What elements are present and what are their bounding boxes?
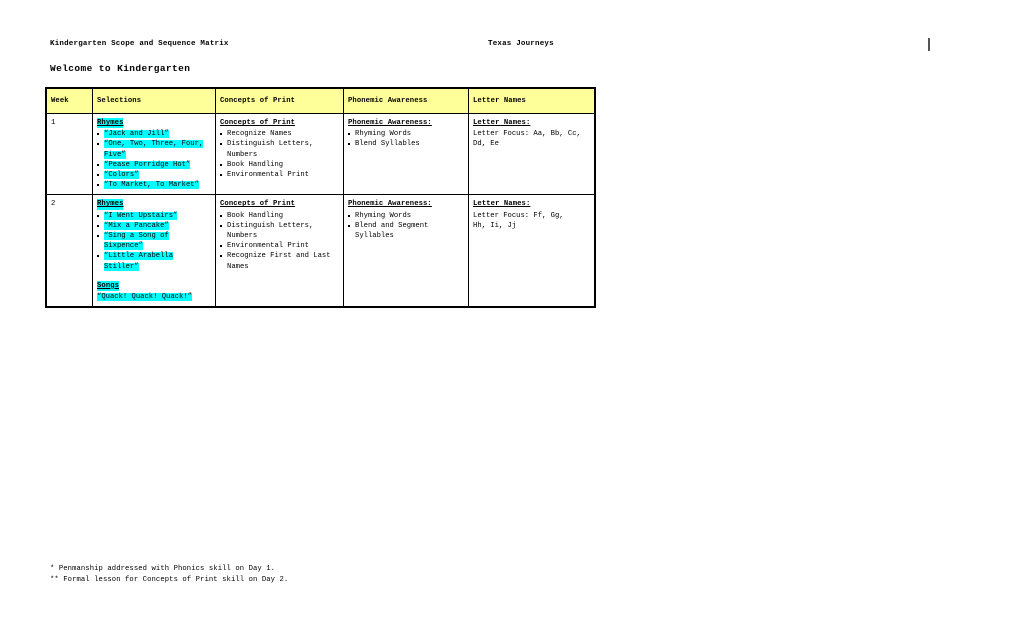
selections-heading: Rhymes (97, 199, 124, 210)
list-item: “Jack and Jill” (97, 129, 211, 139)
list-item: “Pease Porridge Hot” (97, 160, 211, 170)
list-item: Recognize Names (220, 129, 339, 139)
column-header-phonemic-awareness: Phonemic Awareness (343, 88, 469, 114)
text-cursor-mark (928, 38, 930, 51)
list-item: Rhyming Words (348, 129, 464, 139)
selection-title: “I Went Upstairs” (104, 211, 178, 220)
list-item: Distinguish Letters, Numbers (220, 139, 339, 159)
selection-title: “One, Two, Three, Four, Five” (104, 140, 204, 159)
table-header-row: Week Selections Concepts of Print Phonem… (46, 88, 595, 114)
footnotes: * Penmanship addressed with Phonics skil… (50, 564, 288, 585)
letter-focus-line: Dd, Ee (473, 140, 499, 149)
phonemic-awareness-heading: Phonemic Awareness: (348, 200, 432, 209)
list-item: Environmental Print (220, 170, 339, 180)
selection-title: “Mix a Pancake” (104, 221, 169, 230)
selection-title: “Sing a Song of Sixpence” (104, 232, 169, 251)
cell-selections: Rhymes “I Went Upstairs” “Mix a Pancake”… (92, 194, 216, 308)
list-item: Recognize First and Last Names (220, 251, 339, 271)
document-page: Kindergarten Scope and Sequence Matrix T… (0, 0, 1020, 619)
songs-heading: Songs (97, 280, 120, 292)
matrix-table: Week Selections Concepts of Print Phonem… (45, 86, 596, 309)
list-item: Blend Syllables (348, 139, 464, 149)
column-header-selections: Selections (92, 88, 216, 114)
concepts-of-print-list: Recognize Names Distinguish Letters, Num… (220, 129, 339, 180)
footnote-1: * Penmanship addressed with Phonics skil… (50, 565, 276, 573)
list-item: Environmental Print (220, 241, 339, 251)
cell-phonemic-awareness: Phonemic Awareness: Rhyming Words Blend … (343, 112, 469, 196)
song-title: “Quack! Quack! Quack!” (97, 293, 192, 302)
footnote-2: ** Formal lesson for Concepts of Print s… (50, 575, 289, 584)
phonemic-awareness-list: Rhyming Words Blend and Segment Syllable… (348, 211, 464, 242)
list-item: “Mix a Pancake” (97, 221, 211, 231)
selection-title: “Little Arabella Stiller” (104, 252, 174, 271)
cell-selections: Rhymes “Jack and Jill” “One, Two, Three,… (92, 112, 216, 196)
selections-list: “I Went Upstairs” “Mix a Pancake” “Sing … (97, 211, 211, 272)
cell-week: 2 (46, 194, 93, 308)
table-row: 1 Rhymes “Jack and Jill” “One, Two, Thre… (46, 112, 595, 196)
list-item: “Little Arabella Stiller” (97, 251, 211, 271)
week-number: 1 (51, 119, 56, 127)
column-header-letter-names: Letter Names (468, 88, 595, 114)
cell-letter-names: Letter Names: Letter Focus: Ff, Gg, Hh, … (468, 194, 595, 308)
list-item: “Sing a Song of Sixpence” (97, 231, 211, 251)
concepts-of-print-heading: Concepts of Print (220, 200, 296, 209)
column-header-concepts-of-print: Concepts of Print (215, 88, 344, 114)
page-title: Welcome to Kindergarten (50, 63, 191, 74)
list-item: Book Handling (220, 211, 339, 221)
cell-concepts-of-print: Concepts of Print Book Handling Distingu… (215, 194, 344, 308)
phonemic-awareness-list: Rhyming Words Blend Syllables (348, 129, 464, 149)
list-item: “One, Two, Three, Four, Five” (97, 139, 211, 159)
list-item: Blend and Segment Syllables (348, 221, 464, 241)
letter-focus-line: Letter Focus: Ff, Gg, (473, 211, 564, 220)
list-item: “I Went Upstairs” (97, 211, 211, 221)
concepts-of-print-heading: Concepts of Print (220, 119, 296, 127)
phonemic-awareness-heading: Phonemic Awareness: (348, 119, 432, 127)
letter-names-heading: Letter Names: (473, 200, 531, 209)
running-head-right: Texas Journeys (488, 40, 554, 48)
selections-heading: Rhymes (97, 118, 124, 129)
cell-phonemic-awareness: Phonemic Awareness: Rhyming Words Blend … (343, 194, 469, 308)
table-row: 2 Rhymes “I Went Upstairs” “Mix a Pancak… (46, 194, 595, 308)
column-header-week: Week (46, 88, 93, 114)
list-item: “Colors” (97, 170, 211, 180)
letter-focus-line: Letter Focus: Aa, Bb, Cc, (473, 130, 581, 139)
selection-title: “Colors” (104, 171, 139, 180)
selection-title: “To Market, To Market” (104, 181, 199, 190)
selection-title: “Pease Porridge Hot” (104, 160, 191, 169)
cell-concepts-of-print: Concepts of Print Recognize Names Distin… (215, 112, 344, 196)
list-item: “Quack! Quack! Quack!” (97, 292, 211, 302)
letter-focus-line: Hh, Ii, Jj (473, 221, 517, 230)
letter-names-heading: Letter Names: (473, 119, 531, 127)
selections-list: “Jack and Jill” “One, Two, Three, Four, … (97, 129, 211, 190)
selection-title: “Jack and Jill” (104, 130, 169, 139)
list-item: Distinguish Letters, Numbers (220, 221, 339, 241)
list-item: Book Handling (220, 160, 339, 170)
list-item: Rhyming Words (348, 211, 464, 221)
concepts-of-print-list: Book Handling Distinguish Letters, Numbe… (220, 211, 339, 272)
week-number: 2 (51, 200, 56, 209)
cell-week: 1 (46, 112, 93, 196)
scope-sequence-matrix: Week Selections Concepts of Print Phonem… (45, 86, 596, 309)
songs-list: “Quack! Quack! Quack!” (97, 292, 211, 302)
cell-letter-names: Letter Names: Letter Focus: Aa, Bb, Cc, … (468, 112, 595, 196)
list-item: “To Market, To Market” (97, 180, 211, 190)
